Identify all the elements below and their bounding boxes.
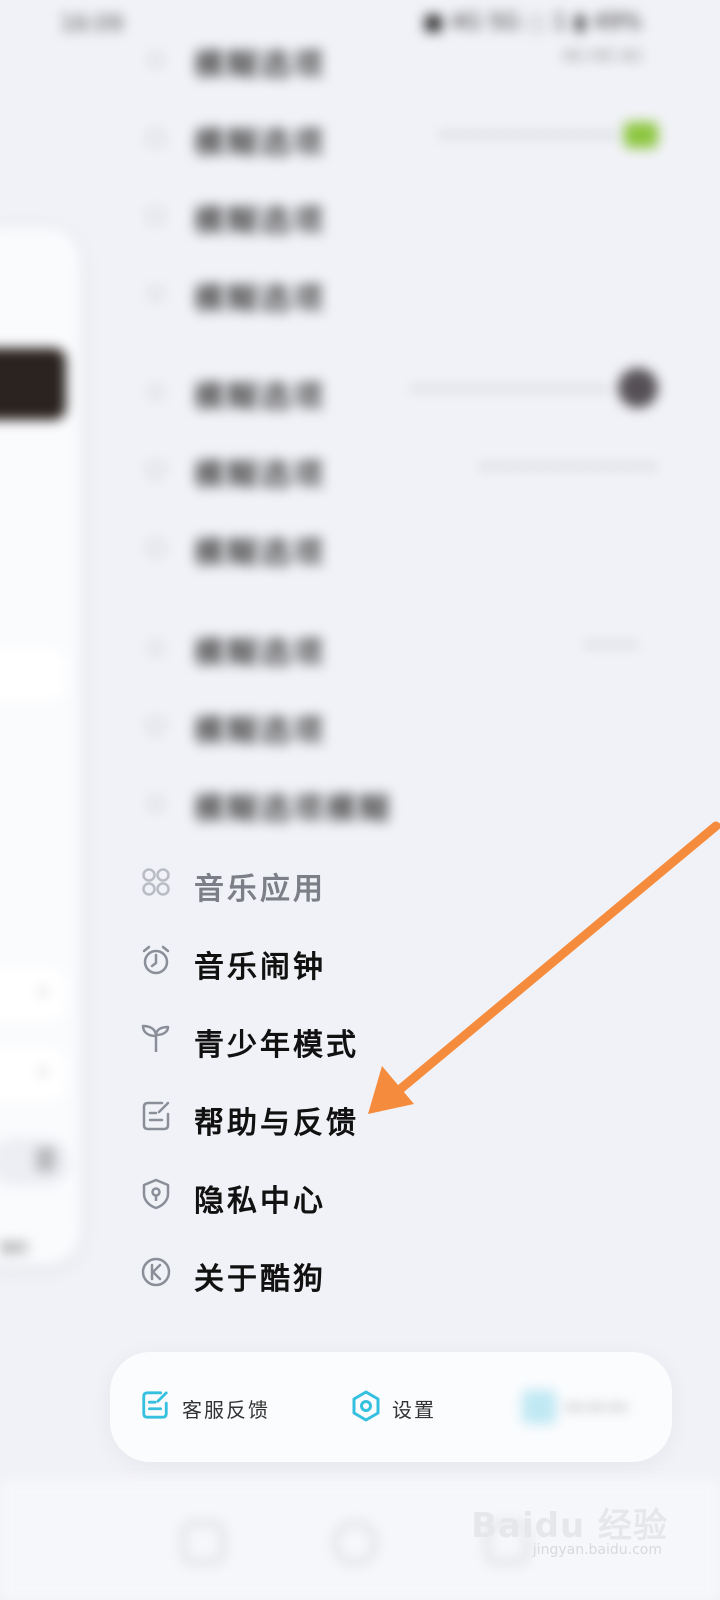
nav-back-icon[interactable] [182,1522,224,1564]
baidu-watermark: Baidu 经验 [471,1506,668,1546]
menu-item-youth-mode[interactable]: 青少年模式 [138,1014,658,1063]
quick-actions-bar: 客服反馈 设置 ——— [110,1352,672,1462]
kugou-logo-icon [138,1254,174,1290]
shield-icon [138,1176,174,1212]
menu-item-label: 模糊选项 [194,458,326,493]
menu-item-value: ——— [584,634,638,655]
menu-item-blurred[interactable]: ◯ 模糊选项 [138,190,658,239]
menu-icon: ▢ [148,282,164,302]
menu-icon: ▢ [148,380,164,400]
menu-item-help-feedback[interactable]: 帮助与反馈 [138,1092,658,1141]
menu-icon: ◯ [147,126,165,146]
customer-service-label: 客服反馈 [182,1398,270,1422]
menu-item-label: 音乐应用 [194,872,326,907]
menu-icon: ◯ [147,714,165,734]
alarm-clock-icon [138,942,174,978]
quickbar-third-label: ——— [564,1394,630,1418]
sprout-icon [138,1020,174,1056]
menu-item-value: —————————— [438,124,618,145]
list-icon[interactable]: ☰ [0,1138,70,1186]
settings-label: 设置 [392,1398,436,1422]
peek-card [0,648,66,702]
menu-item-value: —————————— [478,456,658,477]
menu-item-label: 模糊选项 [194,204,326,239]
menu-icon: ▢ [148,792,164,812]
menu-item-label: 模糊选项 [194,126,326,161]
album-thumbnail [0,348,66,420]
menu-item-label: 隐私中心 [194,1184,326,1219]
menu-item-label: 模糊选项 [194,380,326,415]
menu-icon: ◯ [147,536,165,556]
menu-item-blurred[interactable]: ◯ 模糊选项 —————————— [138,444,658,493]
menu-item-value: ——————————— [410,378,608,399]
menu-item-label: 帮助与反馈 [194,1106,359,1141]
menu-item-label: 模糊选项 [194,282,326,317]
menu-item-music-apps[interactable]: 音乐应用 [138,858,658,907]
menu-item-label: 模糊选项 [194,714,326,749]
peek-card[interactable]: › [0,1048,66,1102]
nav-home-icon[interactable] [334,1522,376,1564]
menu-item-label: 音乐闹钟 [194,950,326,985]
menu-item-blurred[interactable]: ◯ 模糊选项 —————————— [138,112,658,161]
menu-icon: ◯ [147,458,165,478]
menu-icon: ▢ [148,636,164,656]
peek-card[interactable]: › [0,968,66,1022]
settings-hexagon-icon [350,1390,384,1424]
menu-icon: ▢ [148,48,164,68]
tab-mine-label: 我的 [0,1241,28,1257]
menu-item-label: 模糊选项 [194,636,326,671]
status-icons: ■ 4G 5G ◌ 1 ▮ 49% [422,10,642,35]
quickbar-third-button[interactable]: ——— [522,1390,652,1424]
menu-item-blurred[interactable]: ◯ 模糊选项 [138,700,658,749]
menu-item-blurred[interactable]: ◯ 模糊选项 [138,522,658,571]
vip-badge-icon [624,122,658,148]
settings-button[interactable]: 设置 [350,1390,450,1424]
feedback-icon [140,1390,174,1424]
menu-item-privacy-center[interactable]: 隐私中心 [138,1170,658,1219]
customer-service-button[interactable]: 客服反馈 [140,1390,280,1424]
status-time: 16:09 [60,12,124,37]
menu-item-blurred[interactable]: ▢ 模糊选项模糊 [138,778,658,827]
menu-item-about[interactable]: 关于酷狗 [138,1248,658,1297]
baidu-watermark-url: jingyan.baidu.com [532,1542,662,1558]
menu-item-label: 青少年模式 [194,1028,359,1063]
edit-note-icon [138,1098,174,1134]
grid-icon [138,864,174,900]
menu-icon: ◯ [147,204,165,224]
chevron-right-icon: › [37,1056,48,1086]
menu-item-blurred[interactable]: ▢ 模糊选项 [138,268,658,317]
menu-item-label: 关于酷狗 [194,1262,326,1297]
menu-item-music-alarm[interactable]: 音乐闹钟 [138,936,658,985]
menu-item-blurred[interactable]: ▢ 模糊选项 ——————————— [138,366,658,415]
background-page-peek: › › ☰ 我的 [0,228,80,1264]
chevron-right-icon: › [37,976,48,1006]
menu-item-label: 模糊选项 [194,48,326,83]
menu-item-blurred[interactable]: ▢ 模糊选项 [138,34,658,83]
menu-item-blurred[interactable]: ▢ 模糊选项 ——— [138,622,658,671]
quickbar-third-icon [522,1390,556,1424]
avatar [618,368,658,408]
menu-item-label: 模糊选项模糊 [194,792,392,827]
menu-item-label: 模糊选项 [194,536,326,571]
